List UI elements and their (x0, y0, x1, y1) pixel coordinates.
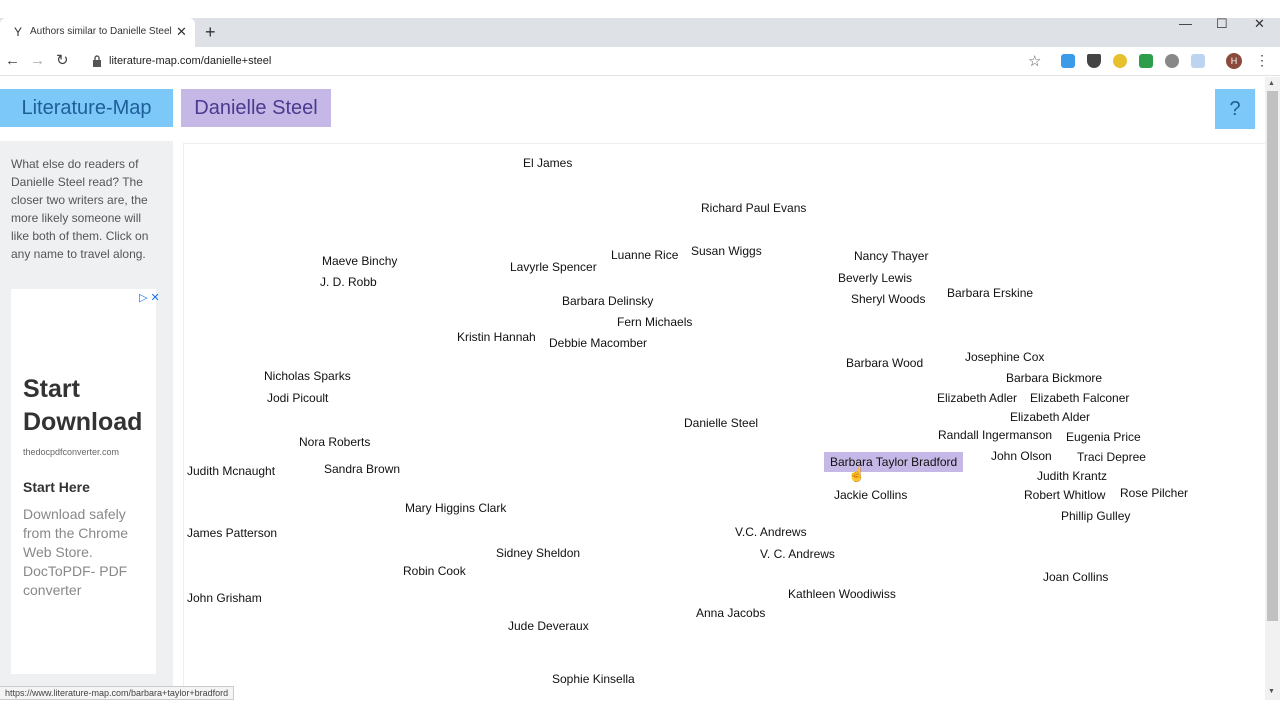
author-link[interactable]: Elizabeth Alder (1010, 410, 1090, 424)
current-author: Danielle Steel (181, 89, 331, 127)
reload-icon[interactable]: ↻ (56, 52, 69, 70)
author-link[interactable]: Elizabeth Falconer (1030, 391, 1129, 405)
status-bar-url: https://www.literature-map.com/barbara+t… (0, 686, 235, 700)
author-link[interactable]: Nicholas Sparks (264, 369, 351, 383)
author-link[interactable]: Nancy Thayer (854, 249, 928, 263)
author-link[interactable]: Jude Deveraux (508, 619, 589, 633)
author-link[interactable]: Kathleen Woodiwiss (788, 587, 896, 601)
author-link[interactable]: Traci Depree (1077, 450, 1146, 464)
author-link[interactable]: Susan Wiggs (691, 244, 762, 258)
author-link[interactable]: Sophie Kinsella (552, 672, 635, 686)
shield-extension-icon[interactable] (1087, 54, 1101, 68)
author-link[interactable]: Robert Whitlow (1024, 488, 1105, 502)
author-link[interactable]: El James (523, 156, 572, 170)
author-link[interactable]: Barbara Erskine (947, 286, 1033, 300)
window-top (0, 0, 1280, 18)
ad-description: Download safely from the Chrome Web Stor… (23, 506, 129, 598)
new-tab-icon[interactable]: + (205, 23, 216, 41)
lock-icon (93, 55, 101, 67)
author-link[interactable]: Lavyrle Spencer (510, 260, 597, 274)
address-bar[interactable]: literature-map.com/danielle+steel (109, 55, 271, 67)
close-tab-icon[interactable]: ✕ (176, 24, 187, 40)
scroll-up-icon[interactable]: ▲ (1268, 80, 1275, 87)
author-link[interactable]: Jackie Collins (834, 488, 907, 502)
browser-toolbar: ← → ↻ literature-map.com/danielle+steel … (0, 47, 1280, 76)
check-extension-icon[interactable] (1139, 54, 1153, 68)
site-favicon-icon: Y (13, 25, 22, 39)
browser-menu-icon[interactable]: ⋮ (1255, 52, 1269, 69)
author-link[interactable]: Nora Roberts (299, 435, 370, 449)
sidebar: What else do readers of Danielle Steel r… (0, 141, 173, 686)
document-extension-icon[interactable] (1191, 54, 1205, 68)
author-map: El James Richard Paul Evans Maeve Binchy… (183, 143, 1265, 686)
scroll-down-icon[interactable]: ▼ (1268, 688, 1275, 695)
author-link[interactable]: J. D. Robb (320, 275, 377, 289)
author-link[interactable]: Rose Pilcher (1120, 486, 1188, 500)
author-link[interactable]: Maeve Binchy (322, 254, 397, 268)
author-link[interactable]: Eugenia Price (1066, 430, 1141, 444)
site-logo[interactable]: Literature-Map (0, 89, 173, 127)
author-link[interactable]: Beverly Lewis (838, 271, 912, 285)
page-viewport: Literature-Map Danielle Steel ? What els… (0, 77, 1265, 686)
ad-close-icon[interactable]: ▷ ✕ (139, 291, 160, 304)
author-link[interactable]: Sandra Brown (324, 462, 400, 476)
forward-icon[interactable]: → (30, 52, 45, 70)
ad-panel[interactable]: Start Download thedocpdfconverter.com St… (11, 289, 156, 674)
author-link[interactable]: Judith Mcnaught (187, 464, 275, 478)
close-window-icon[interactable]: ✕ (1254, 17, 1265, 30)
extension-icon[interactable] (1061, 54, 1075, 68)
hand-cursor-icon: ☝ (848, 466, 866, 482)
circle-extension-icon[interactable] (1165, 54, 1179, 68)
ad-subtitle[interactable]: Start Here (23, 479, 90, 495)
author-link[interactable]: James Patterson (187, 526, 277, 540)
author-link[interactable]: Mary Higgins Clark (405, 501, 506, 515)
author-link[interactable]: Randall Ingermanson (938, 428, 1052, 442)
intro-text: What else do readers of Danielle Steel r… (11, 157, 149, 261)
bookmark-star-icon[interactable]: ☆ (1028, 52, 1041, 70)
page-scrollbar[interactable]: ▲ ▼ (1265, 77, 1280, 700)
author-link[interactable]: V.C. Andrews (735, 525, 807, 539)
author-link[interactable]: John Olson (991, 449, 1052, 463)
minimize-icon[interactable]: — (1179, 17, 1192, 30)
author-link[interactable]: John Grisham (187, 591, 262, 605)
author-link[interactable]: Sidney Sheldon (496, 546, 580, 560)
author-link[interactable]: V. C. Andrews (760, 547, 835, 561)
scroll-thumb[interactable] (1267, 91, 1278, 621)
author-link[interactable]: Joan Collins (1043, 570, 1108, 584)
author-link[interactable]: Luanne Rice (611, 248, 678, 262)
author-link[interactable]: Robin Cook (403, 564, 466, 578)
maximize-icon[interactable]: ☐ (1216, 17, 1228, 30)
tab-bar: Y Authors similar to Danielle Steel ✕ + … (0, 17, 1280, 47)
author-link[interactable]: Anna Jacobs (696, 606, 765, 620)
author-link[interactable]: Judith Krantz (1037, 469, 1107, 483)
tab-title: Authors similar to Danielle Steel (30, 26, 172, 37)
profile-avatar[interactable]: H (1226, 53, 1242, 69)
author-link[interactable]: Fern Michaels (617, 315, 692, 329)
author-link[interactable]: Jodi Picoult (267, 391, 328, 405)
author-link[interactable]: Barbara Wood (846, 356, 923, 370)
author-link[interactable]: Danielle Steel (684, 416, 758, 430)
back-icon[interactable]: ← (5, 52, 20, 70)
author-link[interactable]: Barbara Delinsky (562, 294, 653, 308)
author-link[interactable]: Richard Paul Evans (701, 201, 806, 215)
ad-title[interactable]: Start Download (23, 373, 153, 439)
author-link[interactable]: Josephine Cox (965, 350, 1044, 364)
author-link[interactable]: Debbie Macomber (549, 336, 647, 350)
ad-domain[interactable]: thedocpdfconverter.com (23, 447, 119, 457)
author-link[interactable]: Elizabeth Adler (937, 391, 1017, 405)
author-link[interactable]: Kristin Hannah (457, 330, 536, 344)
author-link[interactable]: Phillip Gulley (1061, 509, 1130, 523)
author-link-highlighted[interactable]: Barbara Taylor Bradford (824, 452, 964, 472)
author-link[interactable]: Barbara Bickmore (1006, 371, 1102, 385)
window-bottom (0, 700, 1265, 720)
browser-tab[interactable]: Y Authors similar to Danielle Steel ✕ (0, 18, 195, 47)
search-extension-icon[interactable] (1113, 54, 1127, 68)
help-button[interactable]: ? (1215, 89, 1255, 129)
author-link[interactable]: Sheryl Woods (851, 292, 925, 306)
